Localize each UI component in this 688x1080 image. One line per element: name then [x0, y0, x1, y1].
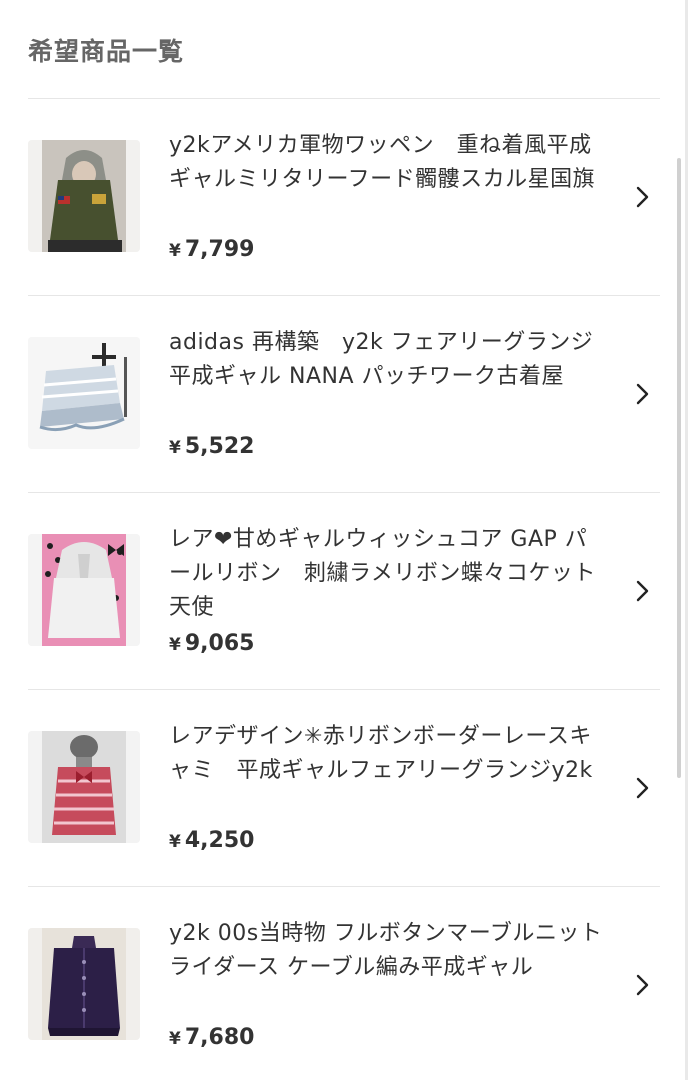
- product-name: レア❤甘めギャルウィッシュコア GAP パールリボン 刺繍ラメリボン蝶々コケット…: [169, 527, 596, 620]
- product-image: [28, 534, 140, 646]
- currency-symbol: ¥: [169, 832, 181, 852]
- product-name: adidas 再構築 y2k フェアリーグランジ平成ギャル NANA パッチワー…: [169, 330, 594, 389]
- product-name: y2kアメリカ軍物ワッペン 重ね着風平成ギャルミリタリーフード髑髏スカル星国旗: [169, 133, 596, 192]
- list-item[interactable]: レアデザイン✳赤リボンボーダーレースキャミ 平成ギャルフェアリーグランジy2k …: [28, 690, 660, 887]
- product-price: ¥7,680: [169, 1023, 254, 1054]
- scrollbar-thumb[interactable]: [677, 158, 681, 778]
- chevron-right-icon: [636, 186, 649, 208]
- product-image: [28, 337, 140, 449]
- product-price: ¥4,250: [169, 826, 254, 857]
- list-item[interactable]: y2kアメリカ軍物ワッペン 重ね着風平成ギャルミリタリーフード髑髏スカル星国旗 …: [28, 99, 660, 296]
- product-price: ¥7,799: [169, 235, 254, 266]
- currency-symbol: ¥: [169, 438, 181, 458]
- product-image-military-hoodie: [28, 140, 140, 252]
- product-name: y2k 00s当時物 フルボタンマーブルニットライダース ケーブル編み平成ギャル: [169, 921, 603, 980]
- price-value: 7,680: [184, 1025, 255, 1050]
- chevron-right-icon: [636, 383, 649, 405]
- product-image: [28, 140, 140, 252]
- currency-symbol: ¥: [169, 1029, 181, 1049]
- price-value: 5,522: [184, 434, 255, 459]
- page-title: 希望商品一覧: [28, 37, 185, 66]
- chevron-right-icon: [636, 777, 649, 799]
- product-image-ribbon-cami: [28, 731, 140, 843]
- product-image-patchwork-skirt: [28, 337, 140, 449]
- product-image: [28, 928, 140, 1040]
- product-price: ¥5,522: [169, 432, 254, 463]
- list-item[interactable]: adidas 再構築 y2k フェアリーグランジ平成ギャル NANA パッチワー…: [28, 296, 660, 493]
- product-image-white-hoodie: [28, 534, 140, 646]
- currency-symbol: ¥: [169, 241, 181, 261]
- chevron-right-icon: [636, 974, 649, 996]
- chevron-right-icon: [636, 580, 649, 602]
- product-image: [28, 731, 140, 843]
- price-value: 7,799: [184, 237, 255, 262]
- wishlist-list: y2kアメリカ軍物ワッペン 重ね着風平成ギャルミリタリーフード髑髏スカル星国旗 …: [28, 99, 660, 1080]
- product-name: レアデザイン✳赤リボンボーダーレースキャミ 平成ギャルフェアリーグランジy2k: [169, 724, 593, 783]
- wishlist-page: 希望商品一覧 y2kアメリカ軍物ワッペン 重ね着風平成ギャルミリタリーフード髑髏…: [0, 0, 688, 1080]
- list-item[interactable]: y2k 00s当時物 フルボタンマーブルニットライダース ケーブル編み平成ギャル…: [28, 887, 660, 1080]
- currency-symbol: ¥: [169, 635, 181, 655]
- product-image-knit-riders-jacket: [28, 928, 140, 1040]
- price-value: 4,250: [184, 828, 255, 853]
- list-item[interactable]: レア❤甘めギャルウィッシュコア GAP パールリボン 刺繍ラメリボン蝶々コケット…: [28, 493, 660, 690]
- product-price: ¥9,065: [169, 629, 254, 660]
- price-value: 9,065: [184, 631, 255, 656]
